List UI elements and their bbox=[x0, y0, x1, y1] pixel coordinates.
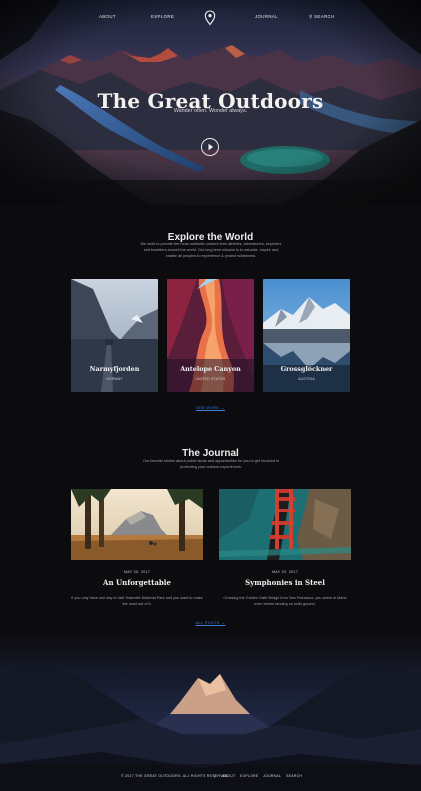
post-date: May 30, 2017 bbox=[123, 570, 151, 574]
destination-card[interactable]: Narmyfjorden Norway bbox=[71, 279, 158, 392]
alpine-lake-image bbox=[263, 279, 350, 392]
nav-search-link[interactable]: ⚲ Search bbox=[309, 14, 335, 20]
card-country: United States bbox=[195, 377, 226, 381]
journal-description: Our favorite stories about public lands … bbox=[142, 459, 280, 469]
post-title[interactable]: An Unforgettable bbox=[71, 578, 203, 587]
page: About Explore Journal ⚲ Search The Great… bbox=[0, 0, 421, 791]
post-date: May 29, 2017 bbox=[271, 570, 299, 574]
footer-separator: | bbox=[214, 774, 216, 778]
canyon-image bbox=[167, 279, 254, 392]
post-excerpt: If you only have one day to visit Yosemi… bbox=[71, 596, 203, 606]
card-title: Narmyfjorden bbox=[89, 365, 140, 373]
destination-card[interactable]: Grossglockner Austria bbox=[263, 279, 350, 392]
all-posts-link[interactable]: All posts → bbox=[0, 621, 421, 625]
card-title: Grossglockner bbox=[280, 365, 333, 373]
post-image[interactable] bbox=[71, 489, 203, 560]
footer: © 2017 The Great Outdoors. All rights re… bbox=[0, 772, 421, 782]
play-icon bbox=[208, 143, 214, 151]
footer-link-about[interactable]: About bbox=[222, 774, 235, 778]
destination-card[interactable]: Antelope Canyon United States bbox=[167, 279, 254, 392]
fjord-image bbox=[71, 279, 158, 392]
yosemite-image bbox=[71, 489, 203, 560]
explore-description: We seek to provide the most authentic co… bbox=[140, 242, 282, 258]
footer-link-journal[interactable]: Journal bbox=[263, 774, 281, 778]
golden-gate-image bbox=[219, 489, 351, 560]
nav-explore-link[interactable]: Explore bbox=[151, 14, 174, 19]
footer-link-search[interactable]: Search bbox=[286, 774, 302, 778]
see-more-link[interactable]: See more → bbox=[0, 406, 421, 410]
play-button[interactable] bbox=[201, 138, 219, 156]
card-title: Antelope Canyon bbox=[180, 365, 241, 373]
nav-about-link[interactable]: About bbox=[99, 14, 116, 19]
search-icon: ⚲ bbox=[309, 14, 313, 19]
nav-journal-link[interactable]: Journal bbox=[255, 14, 278, 19]
post-excerpt: Crossing the Golden Gate Bridge from San… bbox=[223, 596, 347, 606]
footer-link-explore[interactable]: Explore bbox=[240, 774, 258, 778]
map-pin-icon[interactable] bbox=[204, 10, 216, 26]
top-nav: About Explore Journal ⚲ Search bbox=[0, 10, 421, 26]
card-country: Norway bbox=[106, 377, 123, 381]
bottom-mountain-image bbox=[0, 634, 421, 791]
hero-subtitle: Wander often. Wonder always. bbox=[173, 108, 248, 114]
post-image[interactable] bbox=[219, 489, 351, 560]
hero-section: About Explore Journal ⚲ Search The Great… bbox=[0, 0, 421, 205]
nav-search-label: Search bbox=[314, 14, 335, 19]
card-country: Austria bbox=[298, 377, 315, 381]
post-title[interactable]: Symphonies in Steel bbox=[219, 578, 351, 587]
